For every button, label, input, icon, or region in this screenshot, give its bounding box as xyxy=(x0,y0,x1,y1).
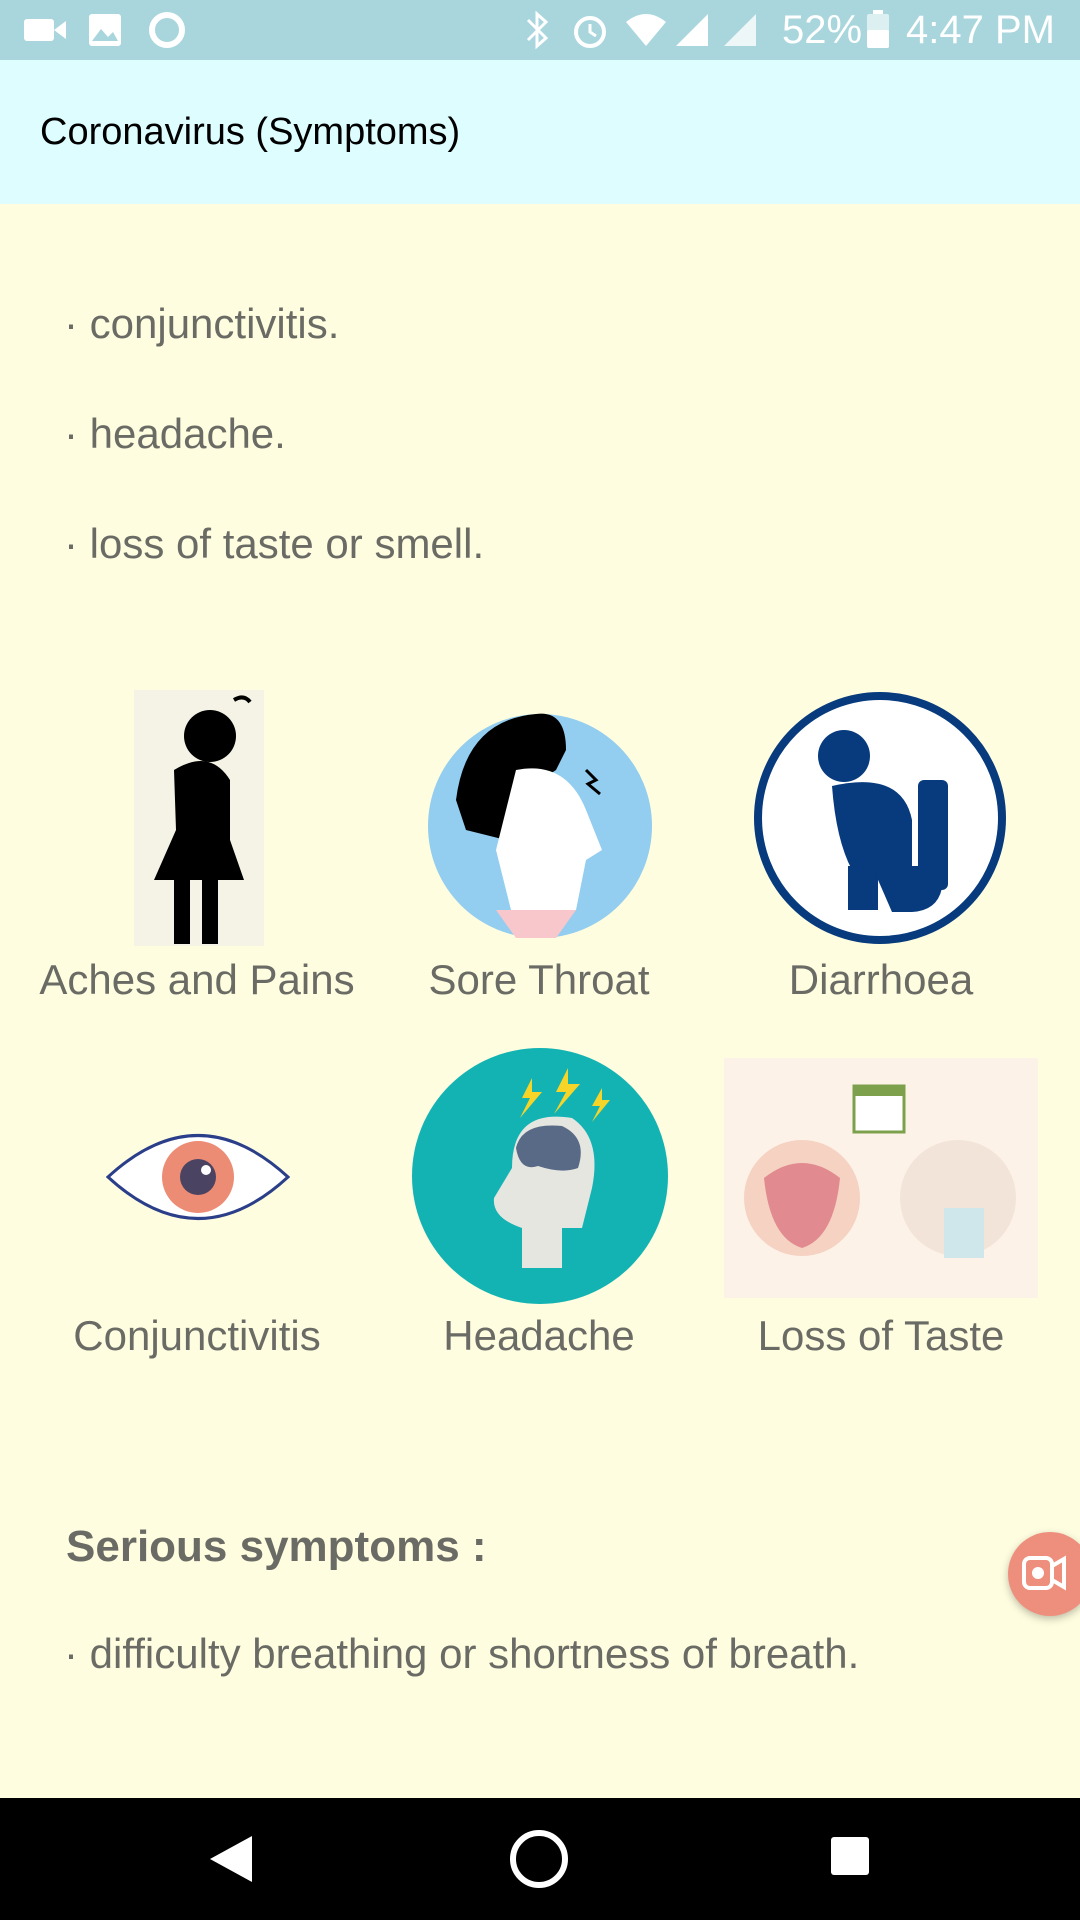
bluetooth-icon xyxy=(524,0,552,60)
symptom-label-headache: Headache xyxy=(443,1312,635,1359)
screen-record-button[interactable] xyxy=(1008,1532,1080,1616)
back-button[interactable] xyxy=(208,1834,254,1889)
serious-symptoms-heading: Serious symptoms : xyxy=(66,1522,487,1571)
symptom-label-aches: Aches and Pains xyxy=(39,956,355,1003)
video-camera-icon xyxy=(24,0,68,60)
conjunctivitis-icon xyxy=(105,1124,291,1235)
recents-square-icon xyxy=(831,1837,869,1875)
symptom-item: · headache. xyxy=(64,410,286,457)
video-record-icon xyxy=(1022,1555,1066,1591)
serious-symptom-item: · difficulty breathing or shortness of b… xyxy=(64,1630,860,1677)
symptom-item: · conjunctivitis. xyxy=(64,300,340,347)
aches-pains-icon xyxy=(134,690,264,951)
home-button[interactable] xyxy=(508,1828,570,1895)
diarrhoea-icon xyxy=(752,690,1008,951)
symptom-item: · loss of taste or smell. xyxy=(64,520,485,567)
headache-icon xyxy=(412,1048,668,1309)
back-triangle-icon xyxy=(210,1836,252,1882)
symptom-label-loss-of-taste: Loss of Taste xyxy=(757,1312,1005,1359)
symptom-label-diarrhoea: Diarrhoea xyxy=(788,956,974,1003)
clock: 4:47 PM xyxy=(906,8,1055,52)
battery-percent: 52% xyxy=(782,8,863,52)
app-bar: Coronavirus (Symptoms) xyxy=(0,60,1080,204)
loss-of-taste-icon xyxy=(724,1058,1038,1303)
signal-no-sim-icon xyxy=(722,0,758,60)
symptoms-content[interactable]: · conjunctivitis. · headache. · loss of … xyxy=(0,204,1080,1798)
symptom-label-sore-throat: Sore Throat xyxy=(428,956,650,1003)
image-icon xyxy=(88,0,122,60)
recents-button[interactable] xyxy=(830,1836,870,1881)
signal-icon xyxy=(674,0,710,60)
status-bar: 52% 4:47 PM xyxy=(0,0,1080,60)
sore-throat-icon xyxy=(426,710,654,945)
navigation-bar xyxy=(0,1798,1080,1920)
symptom-label-conjunctivitis: Conjunctivitis xyxy=(73,1312,321,1359)
wifi-icon xyxy=(624,0,668,60)
alarm-icon xyxy=(570,0,610,60)
circle-status-icon xyxy=(148,0,186,60)
home-circle-icon xyxy=(510,1830,568,1888)
battery-icon xyxy=(866,0,890,60)
page-title: Coronavirus (Symptoms) xyxy=(40,111,461,153)
